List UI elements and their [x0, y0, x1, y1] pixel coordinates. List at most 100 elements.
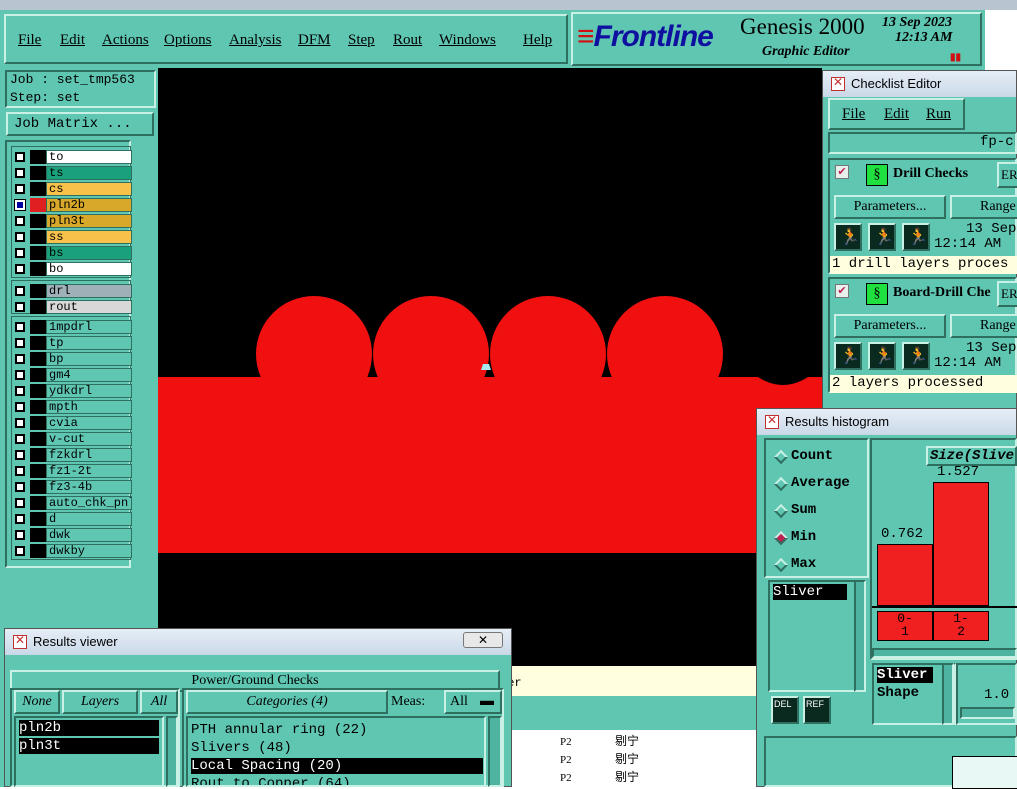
layer-checkbox[interactable]: [15, 354, 25, 364]
menu-edit[interactable]: Edit: [60, 32, 85, 49]
menu-dfm[interactable]: DFM: [298, 32, 331, 49]
layer-name[interactable]: pln3t: [46, 214, 132, 228]
layer-row[interactable]: mpth: [11, 400, 132, 414]
layer-checkbox[interactable]: [15, 302, 25, 312]
meas-dropdown[interactable]: All ▬: [444, 690, 502, 714]
layer-name[interactable]: dwk: [46, 528, 132, 542]
radio-sum[interactable]: [773, 503, 789, 519]
layer-name[interactable]: bo: [46, 262, 132, 276]
layer-checkbox[interactable]: [15, 418, 25, 428]
results-viewer-titlebar[interactable]: Results viewer ✕: [5, 629, 511, 655]
layer-row[interactable]: ydkdrl: [11, 384, 132, 398]
layer-name[interactable]: rout: [46, 300, 132, 314]
layer-name[interactable]: auto_chk_pnl: [46, 496, 132, 510]
menu-help[interactable]: Help: [523, 32, 552, 49]
layer-checkbox[interactable]: [15, 482, 25, 492]
layer-row[interactable]: bs: [11, 246, 132, 260]
layer-name[interactable]: d: [46, 512, 132, 526]
delete-button[interactable]: DEL: [771, 696, 799, 724]
categories-button[interactable]: Categories (4): [186, 690, 388, 714]
layer-name[interactable]: gm4: [46, 368, 132, 382]
shape-list-scrollbar[interactable]: [942, 663, 954, 725]
layer-checkbox[interactable]: [15, 450, 25, 460]
layer-name[interactable]: fzkdrl: [46, 448, 132, 462]
menu-step[interactable]: Step: [348, 32, 375, 49]
check-select-icon[interactable]: ✔: [835, 165, 849, 179]
close-icon[interactable]: ✕: [463, 632, 503, 648]
histogram-bar[interactable]: [877, 544, 933, 606]
layer-name[interactable]: cvia: [46, 416, 132, 430]
layer-checkbox[interactable]: [15, 216, 25, 226]
erf-button[interactable]: ER: [997, 162, 1017, 188]
refresh-button[interactable]: REF: [803, 696, 831, 724]
layer-checkbox[interactable]: [15, 514, 25, 524]
run-icon[interactable]: 🏃: [834, 342, 862, 370]
checklist-editor-titlebar[interactable]: Checklist Editor: [823, 71, 1016, 97]
radio-min[interactable]: [773, 530, 789, 546]
layer-name[interactable]: v-cut: [46, 432, 132, 446]
layer-checkbox[interactable]: [14, 199, 26, 211]
layer-name[interactable]: ts: [46, 166, 132, 180]
layer-name[interactable]: mpth: [46, 400, 132, 414]
layer-checkbox[interactable]: [15, 232, 25, 242]
run-icon[interactable]: 🏃: [868, 223, 896, 251]
layer-row[interactable]: cvia: [11, 416, 132, 430]
layer-list[interactable]: pln2b pln3t: [14, 716, 164, 787]
layer-row[interactable]: rout: [11, 300, 132, 314]
layer-checkbox[interactable]: [15, 546, 25, 556]
category-list[interactable]: PTH annular ring (22) Slivers (48) Local…: [186, 716, 486, 787]
all-button[interactable]: All: [140, 690, 178, 714]
layer-row[interactable]: d: [11, 512, 132, 526]
menu-actions[interactable]: Actions: [102, 32, 149, 49]
list-item[interactable]: pln3t: [19, 738, 159, 754]
layer-row[interactable]: dwkby: [11, 544, 132, 558]
run-icon[interactable]: 🏃: [868, 342, 896, 370]
ce-menu-edit[interactable]: Edit: [884, 106, 909, 123]
scale-slider[interactable]: [960, 707, 1015, 719]
list-item[interactable]: Local Spacing (20): [191, 758, 483, 774]
layer-row[interactable]: drl: [11, 284, 132, 298]
layer-checkbox[interactable]: [15, 530, 25, 540]
layer-row[interactable]: fz3-4b: [11, 480, 132, 494]
layer-checkbox[interactable]: [15, 402, 25, 412]
none-button[interactable]: None: [14, 690, 60, 714]
layer-checkbox[interactable]: [15, 338, 25, 348]
layer-row[interactable]: ss: [11, 230, 132, 244]
layer-row[interactable]: bo: [11, 262, 132, 276]
layer-list-scrollbar[interactable]: [166, 716, 178, 787]
layer-row[interactable]: ts: [11, 166, 132, 180]
layer-name[interactable]: ss: [46, 230, 132, 244]
radio-count[interactable]: [773, 449, 789, 465]
parameters-button[interactable]: Parameters...: [834, 314, 946, 338]
list-item[interactable]: PTH annular ring (22): [191, 722, 367, 738]
layer-row[interactable]: gm4: [11, 368, 132, 382]
layer-name[interactable]: dwkby: [46, 544, 132, 558]
layer-name[interactable]: 1mpdrl: [46, 320, 132, 334]
layer-row[interactable]: auto_chk_pnl: [11, 496, 132, 510]
layer-row[interactable]: fzkdrl: [11, 448, 132, 462]
layer-row[interactable]: 1mpdrl: [11, 320, 132, 334]
layer-checkbox[interactable]: [15, 152, 25, 162]
menu-options[interactable]: Options: [164, 32, 212, 49]
graphics-canvas[interactable]: [158, 68, 822, 666]
range-button[interactable]: Range: [950, 314, 1017, 338]
layer-row[interactable]: pln3t: [11, 214, 132, 228]
layer-checkbox[interactable]: [15, 466, 25, 476]
layer-name[interactable]: fz3-4b: [46, 480, 132, 494]
layer-name[interactable]: fz1-2t: [46, 464, 132, 478]
parameters-button[interactable]: Parameters...: [834, 195, 946, 219]
histogram-scrollbar[interactable]: [872, 648, 1017, 658]
radio-average[interactable]: [773, 476, 789, 492]
layer-name[interactable]: pln2b: [46, 198, 132, 212]
layer-checkbox[interactable]: [15, 498, 25, 508]
result-list[interactable]: Sliver: [768, 580, 866, 692]
histogram-bar[interactable]: [933, 482, 989, 606]
layer-checkbox[interactable]: [15, 434, 25, 444]
list-item[interactable]: Sliver: [877, 667, 933, 683]
layer-checkbox[interactable]: [15, 248, 25, 258]
layer-row[interactable]: bp: [11, 352, 132, 366]
menu-file[interactable]: File: [18, 32, 41, 49]
job-matrix-button[interactable]: Job Matrix ...: [6, 112, 154, 136]
layer-name[interactable]: cs: [46, 182, 132, 196]
layer-checkbox[interactable]: [15, 184, 25, 194]
